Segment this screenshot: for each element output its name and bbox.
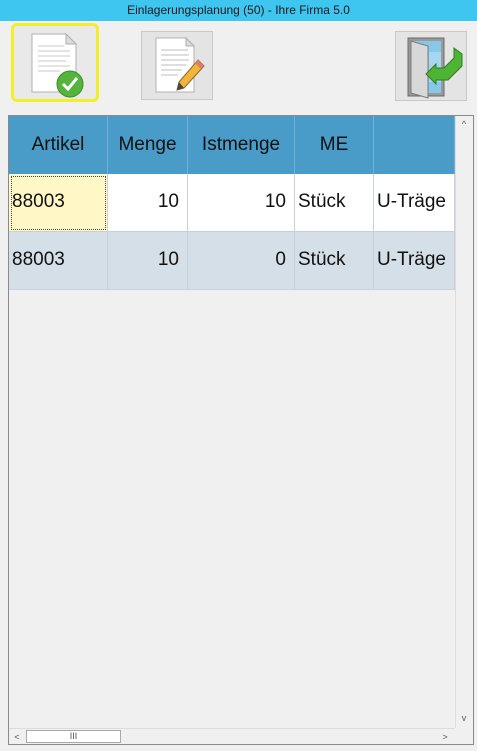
scroll-thumb[interactable]: III [26,730,121,743]
confirm-document-button[interactable] [11,23,99,102]
exit-door-icon [407,37,463,99]
exit-button[interactable] [395,31,467,101]
window-title: Einlagerungsplanung (50) - Ihre Firma 5.… [0,0,477,21]
vertical-scrollbar[interactable]: ^ v [455,116,473,728]
cell-menge[interactable]: 10 [108,174,188,232]
cell-me[interactable]: Stück [295,174,374,232]
content-area: Artikel Menge Istmenge ME 88003 10 10 St… [0,107,477,751]
document-check-icon [31,32,84,98]
cell-artikel[interactable]: 88003 [9,174,108,232]
horizontal-scrollbar[interactable]: < III > [9,728,455,744]
document-pencil-icon [155,36,205,93]
column-header-me[interactable]: ME [295,116,374,174]
scrollbar-corner [455,728,473,744]
scroll-right-arrow[interactable]: > [437,729,453,744]
scroll-down-arrow[interactable]: v [456,710,472,726]
cell-artikel[interactable]: 88003 [9,232,108,290]
data-grid: Artikel Menge Istmenge ME 88003 10 10 St… [8,115,474,745]
cell-menge[interactable]: 10 [108,232,188,290]
column-header-istmenge[interactable]: Istmenge [188,116,295,174]
scroll-up-arrow[interactable]: ^ [456,116,472,132]
column-header-menge[interactable]: Menge [108,116,188,174]
cell-me[interactable]: Stück [295,232,374,290]
edit-document-button[interactable] [141,31,213,100]
cell-bezeichnung[interactable]: U-Träge [374,174,455,232]
cell-bezeichnung[interactable]: U-Träge [374,232,455,290]
toolbar [0,21,477,107]
column-header-artikel[interactable]: Artikel [9,116,108,174]
cell-istmenge[interactable]: 0 [188,232,295,290]
scroll-left-arrow[interactable]: < [9,729,25,744]
column-header-bezeichnung[interactable] [374,116,455,174]
cell-istmenge[interactable]: 10 [188,174,295,232]
